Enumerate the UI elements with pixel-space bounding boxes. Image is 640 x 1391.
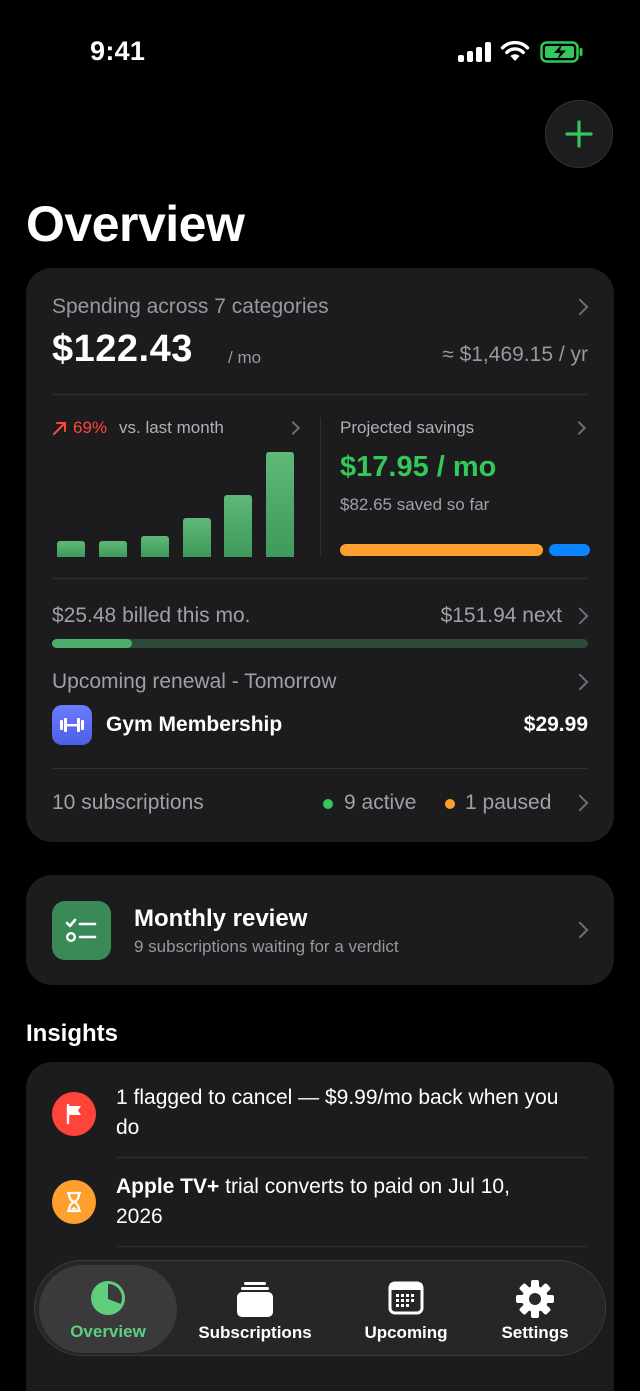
paused-status-dot	[445, 799, 455, 809]
billed-progress-fill	[52, 639, 132, 648]
savings-amount: $17.95 / mo	[340, 451, 497, 483]
gym-app-icon	[52, 705, 92, 745]
yearly-amount: ≈ $1,469.15 / yr	[442, 343, 588, 366]
paused-label: 1 paused	[465, 791, 552, 814]
renewal-price: $29.99	[523, 713, 588, 736]
cellular-signal-icon	[458, 42, 492, 62]
spending-label: Spending across 7 categories	[52, 295, 329, 318]
status-time: 9:41	[90, 36, 146, 66]
trend-up-arrow-icon	[53, 422, 66, 435]
renewal-name: Gym Membership	[106, 713, 283, 736]
insight-text: Apple TV+ trial converts to paid on Jul …	[116, 1172, 556, 1232]
billed-row[interactable]: $25.48 billed this mo. $151.94 next	[26, 586, 614, 656]
monthly-bar-chart	[57, 452, 297, 557]
active-status-dot	[323, 799, 333, 809]
stack-icon	[237, 1282, 273, 1317]
chevron-right-icon	[571, 794, 589, 812]
projected-savings-section[interactable]: Projected savings $17.95 / mo $82.65 sav…	[340, 408, 590, 560]
tab-label: Subscriptions	[198, 1323, 312, 1342]
chart-bar	[265, 452, 294, 557]
review-title: Monthly review	[134, 905, 308, 932]
divider	[52, 768, 588, 769]
savings-progress-bar	[340, 544, 590, 556]
monthly-unit: / mo	[228, 348, 262, 367]
tab-label: Settings	[501, 1323, 569, 1342]
review-subtitle: 9 subscriptions waiting for a verdict	[134, 937, 399, 956]
upcoming-renewal-row[interactable]: Upcoming renewal - Tomorrow Gym Membersh…	[26, 658, 614, 763]
dumbbell-icon	[60, 718, 84, 732]
next-label: $151.94 next	[440, 604, 562, 627]
trend-label: vs. last month	[119, 418, 224, 437]
tab-settings[interactable]: Settings	[471, 1261, 599, 1357]
add-subscription-button[interactable]	[545, 100, 613, 168]
plus-icon	[565, 120, 593, 148]
tab-upcoming[interactable]: Upcoming	[335, 1261, 477, 1357]
monthly-review-card[interactable]: Monthly review 9 subscriptions waiting f…	[26, 875, 614, 985]
tab-bar: Overview Subscriptions Upcoming Settings	[34, 1260, 606, 1356]
divider	[116, 1246, 588, 1247]
chart-bar	[57, 541, 85, 557]
flag-icon	[52, 1092, 96, 1136]
wifi-icon	[500, 40, 530, 61]
chevron-right-icon	[571, 420, 587, 436]
tab-subscriptions[interactable]: Subscriptions	[185, 1261, 325, 1357]
chart-bar	[98, 541, 127, 557]
insight-item[interactable]: Apple TV+ trial converts to paid on Jul …	[26, 1158, 614, 1250]
billed-label: $25.48 billed this mo.	[52, 604, 251, 627]
checklist-icon	[52, 901, 111, 960]
tab-label: Upcoming	[364, 1323, 448, 1342]
page-title: Overview	[26, 196, 245, 252]
trend-percent: 69%	[73, 418, 108, 437]
status-bar: 9:41	[0, 0, 640, 100]
divider	[52, 578, 588, 579]
insight-text: 1 flagged to cancel — $9.99/mo back when…	[116, 1086, 559, 1139]
savings-progress-remaining	[549, 544, 590, 556]
savings-saved: $82.65 saved so far	[340, 495, 490, 514]
active-label: 9 active	[344, 791, 417, 814]
tab-label: Overview	[70, 1322, 146, 1341]
trend-chart-section[interactable]: 69% vs. last month	[52, 408, 302, 560]
savings-label: Projected savings	[340, 418, 475, 437]
gear-icon	[516, 1280, 554, 1318]
renewal-label: Upcoming renewal - Tomorrow	[52, 670, 337, 693]
tab-overview[interactable]: Overview	[39, 1265, 177, 1353]
hourglass-icon	[52, 1180, 96, 1224]
savings-progress-fill	[340, 544, 543, 556]
pie-chart-icon	[91, 1281, 125, 1315]
chevron-right-icon	[571, 607, 589, 625]
chevron-right-icon	[571, 921, 589, 939]
calendar-icon	[388, 1281, 424, 1315]
chart-bar	[182, 518, 211, 557]
monthly-amount: $122.43	[52, 328, 193, 370]
subscriptions-count: 10 subscriptions	[52, 791, 204, 814]
divider	[52, 394, 588, 395]
chevron-right-icon	[571, 298, 589, 316]
spending-summary-card: Spending across 7 categories $122.43 / m…	[26, 268, 614, 842]
vertical-divider	[320, 418, 321, 556]
subscriptions-summary-row[interactable]: 10 subscriptions 9 active 1 paused	[26, 773, 614, 837]
insight-bold: Apple TV+	[116, 1175, 220, 1198]
chevron-right-icon	[571, 673, 589, 691]
billed-progress-bar	[52, 639, 588, 648]
chart-bar	[141, 536, 169, 557]
chevron-right-icon	[285, 420, 301, 436]
battery-charging-icon	[540, 41, 583, 63]
spending-row[interactable]: Spending across 7 categories $122.43 / m…	[26, 268, 614, 388]
chart-bar	[224, 495, 252, 557]
insights-heading: Insights	[26, 1020, 119, 1047]
insight-item[interactable]: 1 flagged to cancel — $9.99/mo back when…	[26, 1062, 614, 1158]
